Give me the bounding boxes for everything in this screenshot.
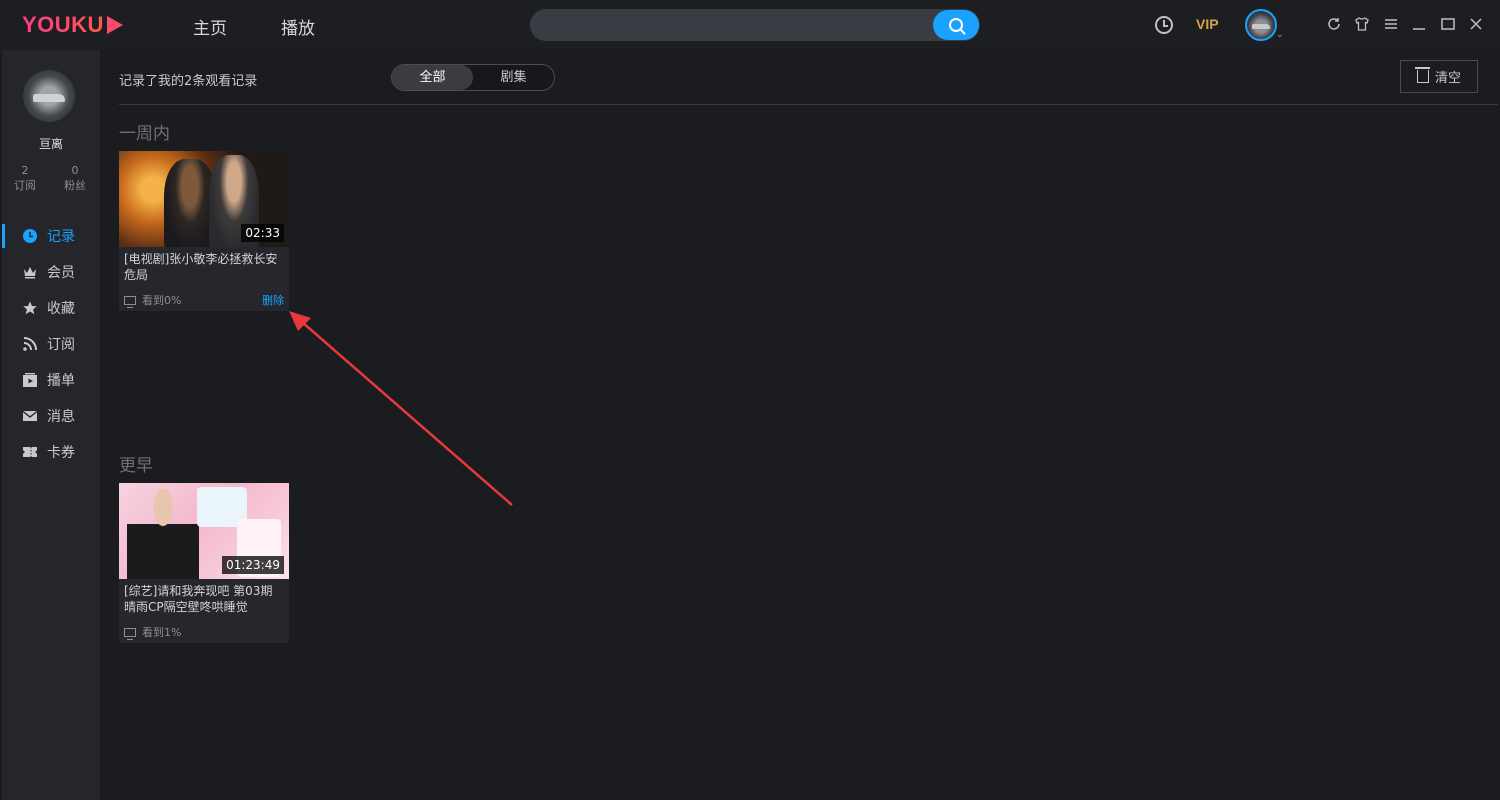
logo-text: YOUKU [22,12,104,37]
sidebar-item-vip[interactable]: 会员 [2,260,100,284]
mail-icon [21,407,39,425]
sidebar-item-label: 记录 [47,229,75,245]
stat-subscriptions-label: 订阅 [14,179,36,192]
history-summary: 记录了我的2条观看记录 [119,74,258,89]
watch-progress-text: 看到0% [142,294,182,307]
sidebar-item-label: 播单 [47,373,75,389]
sidebar-item-subscriptions[interactable]: 订阅 [2,332,100,356]
stat-fans[interactable]: 0 粉丝 [60,164,90,195]
section-title-earlier: 更早 [119,456,153,476]
stat-fans-count: 0 [71,164,79,177]
rss-icon [21,335,39,353]
tv-icon [124,295,136,308]
sidebar-item-playlists[interactable]: 播单 [2,368,100,392]
video-duration: 01:23:49 [222,556,284,574]
clear-history-button[interactable]: 清空 [1400,60,1478,93]
tab-all[interactable]: 全部 [392,65,473,90]
section-title-this-week: 一周内 [119,124,170,144]
video-thumbnail[interactable]: 02:33 [119,151,289,247]
video-title[interactable]: [电视剧]张小敬李必拯救长安危局 [124,251,284,283]
menu-icon[interactable] [1383,16,1399,32]
close-icon[interactable] [1468,16,1484,32]
nav-home[interactable]: 主页 [193,14,227,39]
delete-button[interactable]: 删除 [262,292,284,308]
stat-subscriptions-count: 2 [21,164,29,177]
divider [119,104,1498,105]
trash-icon [1414,67,1430,83]
vip-button[interactable]: VIP [1196,16,1219,32]
sidebar-item-label: 消息 [47,409,75,425]
star-icon [21,299,39,317]
sidebar-item-label: 会员 [47,265,75,281]
search-input[interactable] [544,15,924,35]
video-title[interactable]: [综艺]请和我奔现吧 第03期 晴雨CP隔空壁咚哄睡觉 [124,583,284,615]
sidebar-item-coupons[interactable]: 卡券 [2,440,100,464]
sidebar-item-history[interactable]: 记录 [2,224,100,248]
filter-tabs: 全部 剧集 [391,64,555,91]
logo-play-icon [106,16,123,34]
sidebar-item-label: 收藏 [47,301,75,317]
history-card[interactable]: 01:23:49 [综艺]请和我奔现吧 第03期 晴雨CP隔空壁咚哄睡觉 看到1… [119,483,289,643]
watch-progress: 看到0% [124,292,181,308]
chevron-down-icon[interactable]: ⌄ [1276,30,1284,40]
history-panel: 记录了我的2条观看记录 全部 剧集 清空 一周内 02:33 [电视剧]张小敬李… [100,50,1500,800]
tv-icon [124,627,136,640]
sidebar-item-messages[interactable]: 消息 [2,404,100,428]
crown-icon [21,263,39,281]
skin-shirt-icon[interactable] [1354,16,1370,32]
top-bar: YOUKU 主页 播放 VIP ⌄ [0,0,1500,50]
clear-history-label: 清空 [1434,71,1461,86]
app-window: YOUKU 主页 播放 VIP ⌄ 亘离 2 订阅 0 粉丝 记录 会员 收藏 … [0,0,1500,800]
stat-fans-label: 粉丝 [64,179,86,192]
thumbnail-figure [127,487,199,579]
user-avatar[interactable] [1245,9,1277,41]
search-icon [949,18,963,32]
history-card[interactable]: 02:33 [电视剧]张小敬李必拯救长安危局 看到0% 删除 [119,151,289,311]
search-button[interactable] [933,10,979,40]
sidebar: 亘离 2 订阅 0 粉丝 记录 会员 收藏 订阅 播单 消息 卡券 [2,50,100,800]
sidebar-item-label: 卡券 [47,445,75,461]
refresh-icon[interactable] [1326,16,1342,32]
nav-play[interactable]: 播放 [281,14,315,39]
search-bar[interactable] [530,9,980,41]
sidebar-item-favorites[interactable]: 收藏 [2,296,100,320]
maximize-icon[interactable] [1440,16,1456,32]
history-clock-icon[interactable] [1155,16,1173,34]
watch-progress-text: 看到1% [142,626,182,639]
clock-icon [21,227,39,245]
profile-avatar[interactable] [23,70,75,122]
tab-series[interactable]: 剧集 [473,65,554,90]
video-duration: 02:33 [241,224,284,242]
sidebar-item-label: 订阅 [47,337,75,353]
ticket-icon [21,443,39,461]
watch-progress: 看到1% [124,624,181,640]
minimize-icon[interactable] [1411,16,1427,32]
username[interactable]: 亘离 [2,135,100,152]
stat-subscriptions[interactable]: 2 订阅 [10,164,40,195]
playlist-icon [21,371,39,389]
video-thumbnail[interactable]: 01:23:49 [119,483,289,579]
youku-logo[interactable]: YOUKU [22,12,123,38]
